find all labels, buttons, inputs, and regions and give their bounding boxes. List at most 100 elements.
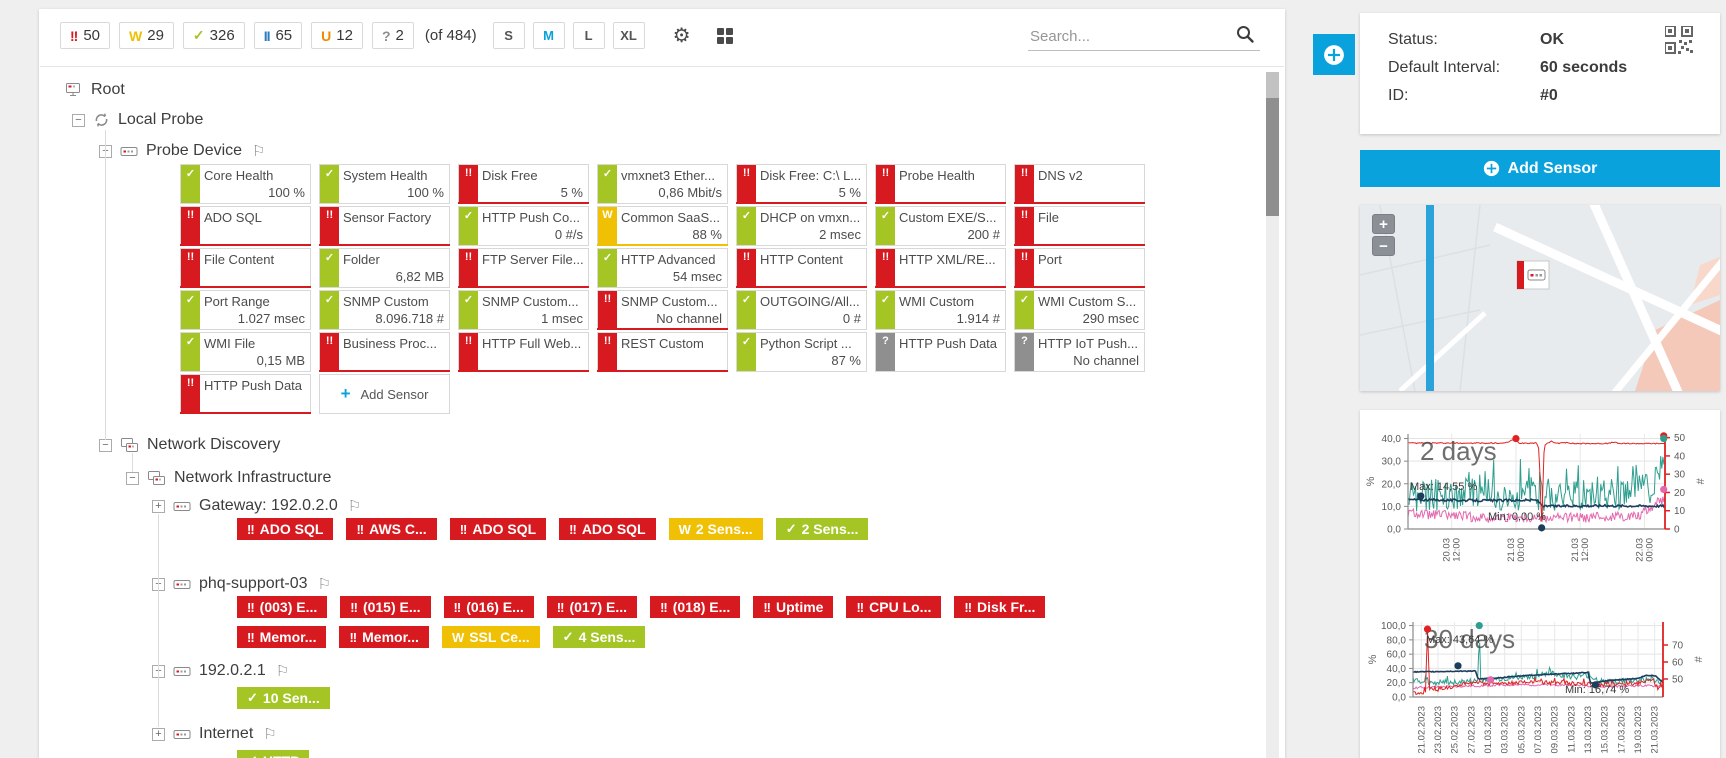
sensor-chip[interactable]: !!CPU Lo...: [846, 596, 941, 618]
tree-node-label[interactable]: Network Discovery: [147, 436, 280, 454]
add-sensor-tile[interactable]: +Add Sensor: [319, 374, 450, 414]
sensor-tile[interactable]: WCommon SaaS...88 %: [597, 206, 728, 246]
sensor-chip[interactable]: !!(016) E...: [444, 596, 534, 618]
tree-node-label[interactable]: 192.0.2.1: [199, 662, 266, 680]
status-filter-error[interactable]: !!50: [60, 22, 110, 49]
sensor-chip[interactable]: ✓2 Sens...: [776, 518, 869, 540]
size-button-l[interactable]: L: [573, 22, 605, 49]
sensor-tile[interactable]: !!DNS v2: [1014, 164, 1145, 204]
sensor-tile[interactable]: !!SNMP Custom...No channel: [597, 290, 728, 330]
sensor-tile[interactable]: ✓vmxnet3 Ether...0,86 Mbit/s: [597, 164, 728, 204]
tree-node-label[interactable]: Gateway: 192.0.2.0: [199, 497, 338, 515]
sensor-chip[interactable]: !!ADO SQL: [450, 518, 546, 540]
sensor-tile[interactable]: ✓Core Health100 %: [180, 164, 311, 204]
sensor-tile[interactable]: ✓HTTP Push Co...0 #/s: [458, 206, 589, 246]
priority-flag-icon[interactable]: ⚐: [348, 497, 361, 515]
sensor-tile[interactable]: !!ADO SQL: [180, 206, 311, 246]
sensor-tile[interactable]: !!HTTP Push Data: [180, 374, 311, 414]
sensor-tile[interactable]: ✓WMI Custom1.914 #: [875, 290, 1006, 330]
sensor-tile[interactable]: ✓System Health100 %: [319, 164, 450, 204]
tiles-view-icon[interactable]: [717, 28, 733, 44]
sensor-chip[interactable]: !!(017) E...: [547, 596, 637, 618]
sensor-chip[interactable]: !!Disk Fr...: [954, 596, 1045, 618]
priority-flag-icon[interactable]: ⚐: [252, 142, 265, 160]
status-filter-warning[interactable]: W29: [119, 22, 174, 49]
tree-node-label[interactable]: phq-support-03: [199, 575, 308, 593]
sensor-chip[interactable]: ✓10 Sen...: [237, 687, 330, 709]
expander-network-infrastructure[interactable]: −: [126, 472, 139, 485]
sensor-chip[interactable]: !!ADO SQL: [559, 518, 655, 540]
quick-add-button[interactable]: [1313, 34, 1355, 75]
sensor-tile[interactable]: !!HTTP Full Web...: [458, 332, 589, 372]
size-button-xl[interactable]: XL: [613, 22, 645, 49]
sensor-tile[interactable]: !!HTTP Content: [736, 248, 867, 288]
scrollbar-thumb[interactable]: [1266, 98, 1279, 216]
sensor-chip[interactable]: !!(015) E...: [340, 596, 430, 618]
sensor-chip[interactable]: !!Uptime: [753, 596, 833, 618]
qr-code-icon[interactable]: [1665, 26, 1693, 59]
sensor-chip[interactable]: !!ADO SQL: [237, 518, 333, 540]
size-button-s[interactable]: S: [493, 22, 525, 49]
sensor-tile[interactable]: !!Business Proc...: [319, 332, 450, 372]
sensor-chip[interactable]: !!Memor...: [339, 626, 428, 648]
search-icon[interactable]: [1235, 24, 1255, 49]
sensor-tile[interactable]: ✓OUTGOING/All...0 #: [736, 290, 867, 330]
sensor-tile[interactable]: ✓Python Script ...87 %: [736, 332, 867, 372]
sensor-tile[interactable]: ✓SNMP Custom8.096.718 #: [319, 290, 450, 330]
add-sensor-button[interactable]: Add Sensor: [1360, 150, 1720, 187]
size-button-m[interactable]: M: [533, 22, 565, 49]
map-zoom-in-button[interactable]: +: [1372, 214, 1395, 234]
expander-gateway[interactable]: +: [152, 500, 165, 513]
tree-node-label[interactable]: Local Probe: [118, 111, 203, 129]
sensor-chip[interactable]: !!(003) E...: [237, 596, 327, 618]
sensor-chip[interactable]: !!(018) E...: [650, 596, 740, 618]
sensor-chip[interactable]: ✓4 Sens...: [553, 626, 646, 648]
sensor-tile[interactable]: !!Disk Free5 %: [458, 164, 589, 204]
sensor-chip-label: (003) E...: [260, 599, 318, 615]
tree-node-label[interactable]: Network Infrastructure: [174, 469, 331, 487]
scrollbar-track[interactable]: [1266, 72, 1279, 758]
settings-icon[interactable]: ⚙: [673, 23, 691, 48]
expander-local-probe[interactable]: −: [72, 114, 85, 127]
sensor-tile[interactable]: ?HTTP Push Data: [875, 332, 1006, 372]
sensor-tile[interactable]: ?HTTP IoT Push...No channel: [1014, 332, 1145, 372]
sensor-chip[interactable]: !!Memor...: [237, 626, 326, 648]
priority-flag-icon[interactable]: ⚐: [318, 575, 331, 593]
tree-node-label[interactable]: Probe Device: [146, 142, 242, 160]
sensor-tile[interactable]: ✓HTTP Advanced54 msec: [597, 248, 728, 288]
priority-flag-icon[interactable]: ⚐: [263, 725, 276, 743]
sensor-tile[interactable]: !!File Content: [180, 248, 311, 288]
expander-internet[interactable]: +: [152, 728, 165, 741]
sensor-tile[interactable]: ✓SNMP Custom...1 msec: [458, 290, 589, 330]
tree-node-label[interactable]: Internet: [199, 725, 253, 743]
expander-network-discovery[interactable]: −: [99, 439, 112, 452]
status-filter-paused[interactable]: II65: [254, 22, 302, 49]
sensor-tile[interactable]: !!REST Custom: [597, 332, 728, 372]
status-filter-unknown[interactable]: ?2: [372, 22, 414, 49]
status-filter-unusual[interactable]: U12: [311, 22, 363, 49]
sensor-tile[interactable]: ✓WMI File0,15 MB: [180, 332, 311, 372]
sensor-tile[interactable]: ✓Folder6,82 MB: [319, 248, 450, 288]
sensor-tile[interactable]: !!HTTP XML/RE...: [875, 248, 1006, 288]
status-ok-icon: ✓: [742, 335, 751, 371]
sensor-tile[interactable]: !!Probe Health: [875, 164, 1006, 204]
status-filter-ok[interactable]: ✓326: [183, 22, 245, 49]
sensor-tile[interactable]: !!Port: [1014, 248, 1145, 288]
priority-flag-icon[interactable]: ⚐: [276, 662, 289, 680]
sensor-chip[interactable]: !!AWS C...: [346, 518, 436, 540]
sensor-tile[interactable]: ✓Custom EXE/S...200 #: [875, 206, 1006, 246]
sensor-chip[interactable]: W2 Sens...: [669, 518, 763, 540]
sensor-chip[interactable]: WSSL Ce...: [442, 626, 540, 648]
sensor-tile[interactable]: !!FTP Server File...: [458, 248, 589, 288]
geo-map[interactable]: + −: [1360, 205, 1720, 391]
tree-node-label[interactable]: Root: [91, 81, 125, 99]
sensor-tile[interactable]: ✓WMI Custom S...290 msec: [1014, 290, 1145, 330]
sensor-tile[interactable]: ✓DHCP on vmxn...2 msec: [736, 206, 867, 246]
sensor-tile[interactable]: ✓Port Range1.027 msec: [180, 290, 311, 330]
sensor-tile[interactable]: !!Sensor Factory: [319, 206, 450, 246]
search-input[interactable]: [1028, 23, 1260, 51]
sensor-tile[interactable]: !!Disk Free: C:\ L...5 %: [736, 164, 867, 204]
sensor-tile[interactable]: !!File: [1014, 206, 1145, 246]
map-zoom-out-button[interactable]: −: [1372, 236, 1395, 256]
sensor-chip[interactable]: ✓HTTP: [237, 750, 309, 758]
